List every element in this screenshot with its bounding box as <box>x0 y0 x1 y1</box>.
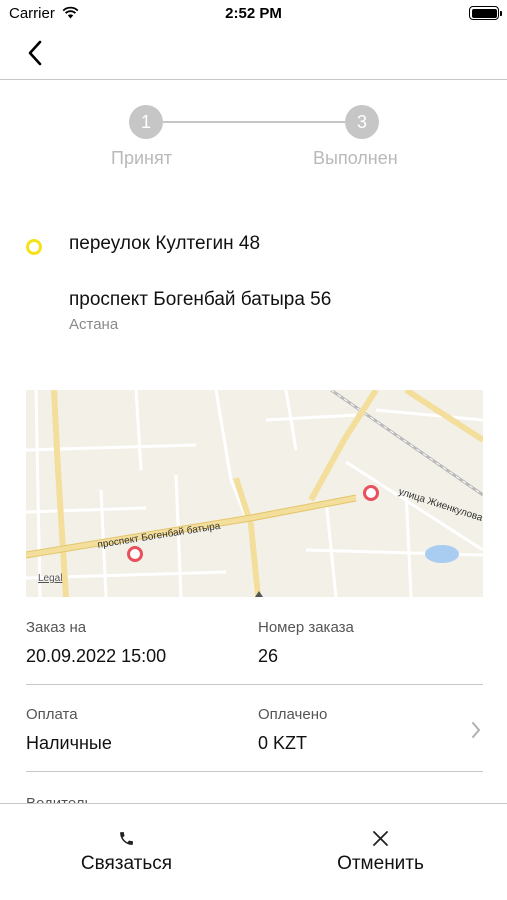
divider <box>26 771 483 772</box>
map-marker-icon <box>127 546 143 562</box>
order-number-label: Номер заказа <box>258 619 354 636</box>
phone-icon <box>120 832 133 845</box>
map-marker-icon <box>363 485 379 501</box>
nav-bar <box>0 28 507 80</box>
contact-button-label: Связаться <box>80 853 173 874</box>
divider <box>26 684 483 685</box>
route-map[interactable]: проспект Богенбай батыра улица Жиенкулов… <box>26 390 483 597</box>
order-for-label: Заказ на <box>26 619 87 636</box>
order-for-value: 20.09.2022 15:00 <box>26 646 167 666</box>
paid-label: Оплачено <box>258 706 328 723</box>
battery-icon <box>469 6 502 20</box>
payment-label: Оплата <box>26 706 78 723</box>
step-circle-1: 1 <box>129 105 163 139</box>
pickup-marker-icon <box>26 239 42 255</box>
destination-address: проспект Богенбай батыра 56 <box>69 289 332 310</box>
step-connector <box>163 121 345 123</box>
payment-value: Наличные <box>26 733 112 753</box>
order-number-value: 26 <box>258 646 279 666</box>
map-legal-link[interactable]: Legal <box>38 573 62 584</box>
map-street-label-main: проспект Богенбай батыра <box>97 520 222 551</box>
chevron-left-icon <box>28 40 42 66</box>
step-label-completed: Выполнен <box>313 148 398 168</box>
bottom-action-bar: Связаться Отменить <box>0 803 507 900</box>
status-bar: Carrier 2:52 PM <box>0 0 507 28</box>
contact-button[interactable]: Связаться <box>0 804 253 900</box>
step-circle-3: 3 <box>345 105 379 139</box>
back-button[interactable] <box>18 36 52 70</box>
step-label-accepted: Принят <box>111 148 172 168</box>
map-canvas: проспект Богенбай батыра улица Жиенкулов… <box>26 390 483 597</box>
lake-shape <box>425 545 459 563</box>
destination-city: Астана <box>69 316 119 333</box>
pickup-address: переулок Култегин 48 <box>69 233 261 254</box>
cancel-button[interactable]: Отменить <box>254 804 507 900</box>
map-street-label-side: улица Жиенкулова <box>397 486 483 524</box>
cancel-button-label: Отменить <box>337 853 424 874</box>
clock: 2:52 PM <box>225 5 282 22</box>
close-icon <box>373 831 388 846</box>
paid-value: 0 KZT <box>258 733 308 753</box>
chevron-right-icon <box>470 720 482 745</box>
